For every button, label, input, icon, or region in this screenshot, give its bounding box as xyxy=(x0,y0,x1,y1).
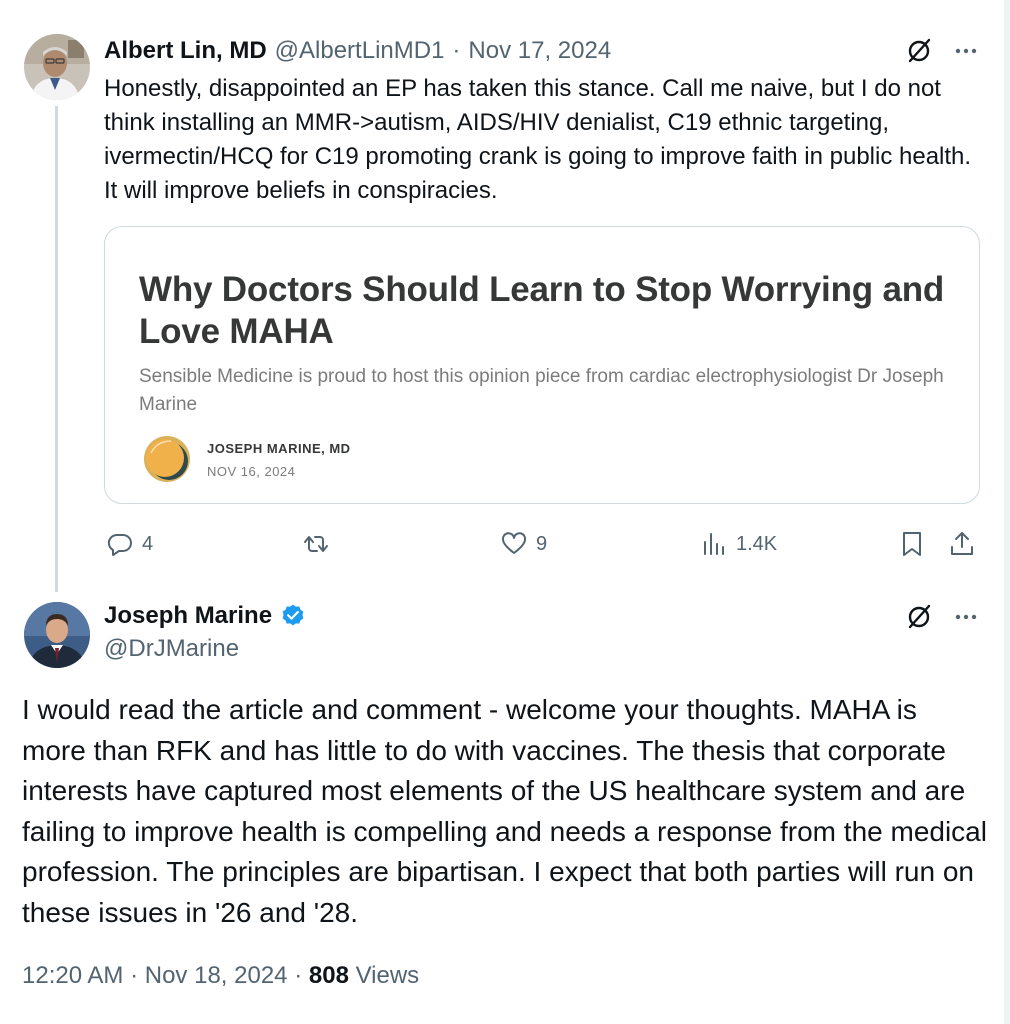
bookmark-button[interactable] xyxy=(898,528,926,560)
parent-tweet-header: Albert Lin, MD @AlbertLinMD1 · Nov 17, 2… xyxy=(104,36,611,66)
parent-author-name[interactable]: Albert Lin, MD xyxy=(104,37,267,65)
analytics-icon xyxy=(704,533,724,555)
main-header-actions xyxy=(904,602,980,632)
like-count: 9 xyxy=(536,532,548,555)
main-author-name[interactable]: Joseph Marine xyxy=(104,602,272,630)
card-description: Sensible Medicine is proud to host this … xyxy=(139,366,944,415)
card-author-avatar xyxy=(144,436,190,482)
card-date: NOV 16, 2024 xyxy=(207,464,296,479)
reply-button[interactable]: 4 xyxy=(106,528,153,560)
like-button[interactable]: 9 xyxy=(500,528,547,560)
page-edge xyxy=(1004,0,1010,1024)
parent-author-handle[interactable]: @AlbertLinMD1 xyxy=(275,37,445,65)
joseph-marine-avatar[interactable] xyxy=(24,602,90,668)
reply-icon xyxy=(107,533,132,556)
parent-tweet-text: Honestly, disappointed an EP has taken t… xyxy=(104,75,972,204)
share-button[interactable] xyxy=(948,528,976,560)
bookmark-icon xyxy=(903,532,921,556)
meta-separator: · xyxy=(130,962,139,989)
thread-connector-line xyxy=(55,106,58,592)
views-button[interactable]: 1.4K xyxy=(700,528,777,560)
views-count: 1.4K xyxy=(736,532,778,555)
retweet-button[interactable] xyxy=(302,528,338,560)
meta-separator: · xyxy=(294,962,303,989)
more-icon[interactable] xyxy=(952,37,980,65)
header-separator: · xyxy=(452,37,461,64)
heart-icon xyxy=(501,532,527,554)
verified-badge-icon[interactable] xyxy=(280,603,306,629)
grok-icon[interactable] xyxy=(904,36,934,66)
main-tweet-text: I would read the article and comment - w… xyxy=(22,694,987,928)
card-title: Why Doctors Should Learn to Stop Worryin… xyxy=(139,270,945,351)
retweet-icon xyxy=(304,536,328,552)
reply-count: 4 xyxy=(142,532,154,555)
tweet-views-count: 808 xyxy=(308,962,349,989)
main-tweet-meta: 12:20 AM · Nov 18, 2024 · 808 Views xyxy=(22,962,419,990)
more-icon[interactable] xyxy=(952,603,980,631)
main-author-handle[interactable]: @DrJMarine xyxy=(104,635,239,663)
tweet-time[interactable]: 12:20 AM xyxy=(22,962,123,989)
main-author-row: Joseph Marine xyxy=(104,601,306,631)
tweet-date[interactable]: Nov 18, 2024 xyxy=(145,962,288,989)
grok-icon[interactable] xyxy=(904,602,934,632)
card-author: JOSEPH MARINE, MD xyxy=(207,441,351,456)
share-icon xyxy=(951,532,973,555)
tweet-views-label: Views xyxy=(355,962,420,989)
parent-tweet-date[interactable]: Nov 17, 2024 xyxy=(468,37,611,65)
link-preview-card[interactable]: Why Doctors Should Learn to Stop Worryin… xyxy=(104,226,980,504)
parent-header-actions xyxy=(904,36,980,66)
albert-lin-avatar[interactable] xyxy=(24,34,90,100)
